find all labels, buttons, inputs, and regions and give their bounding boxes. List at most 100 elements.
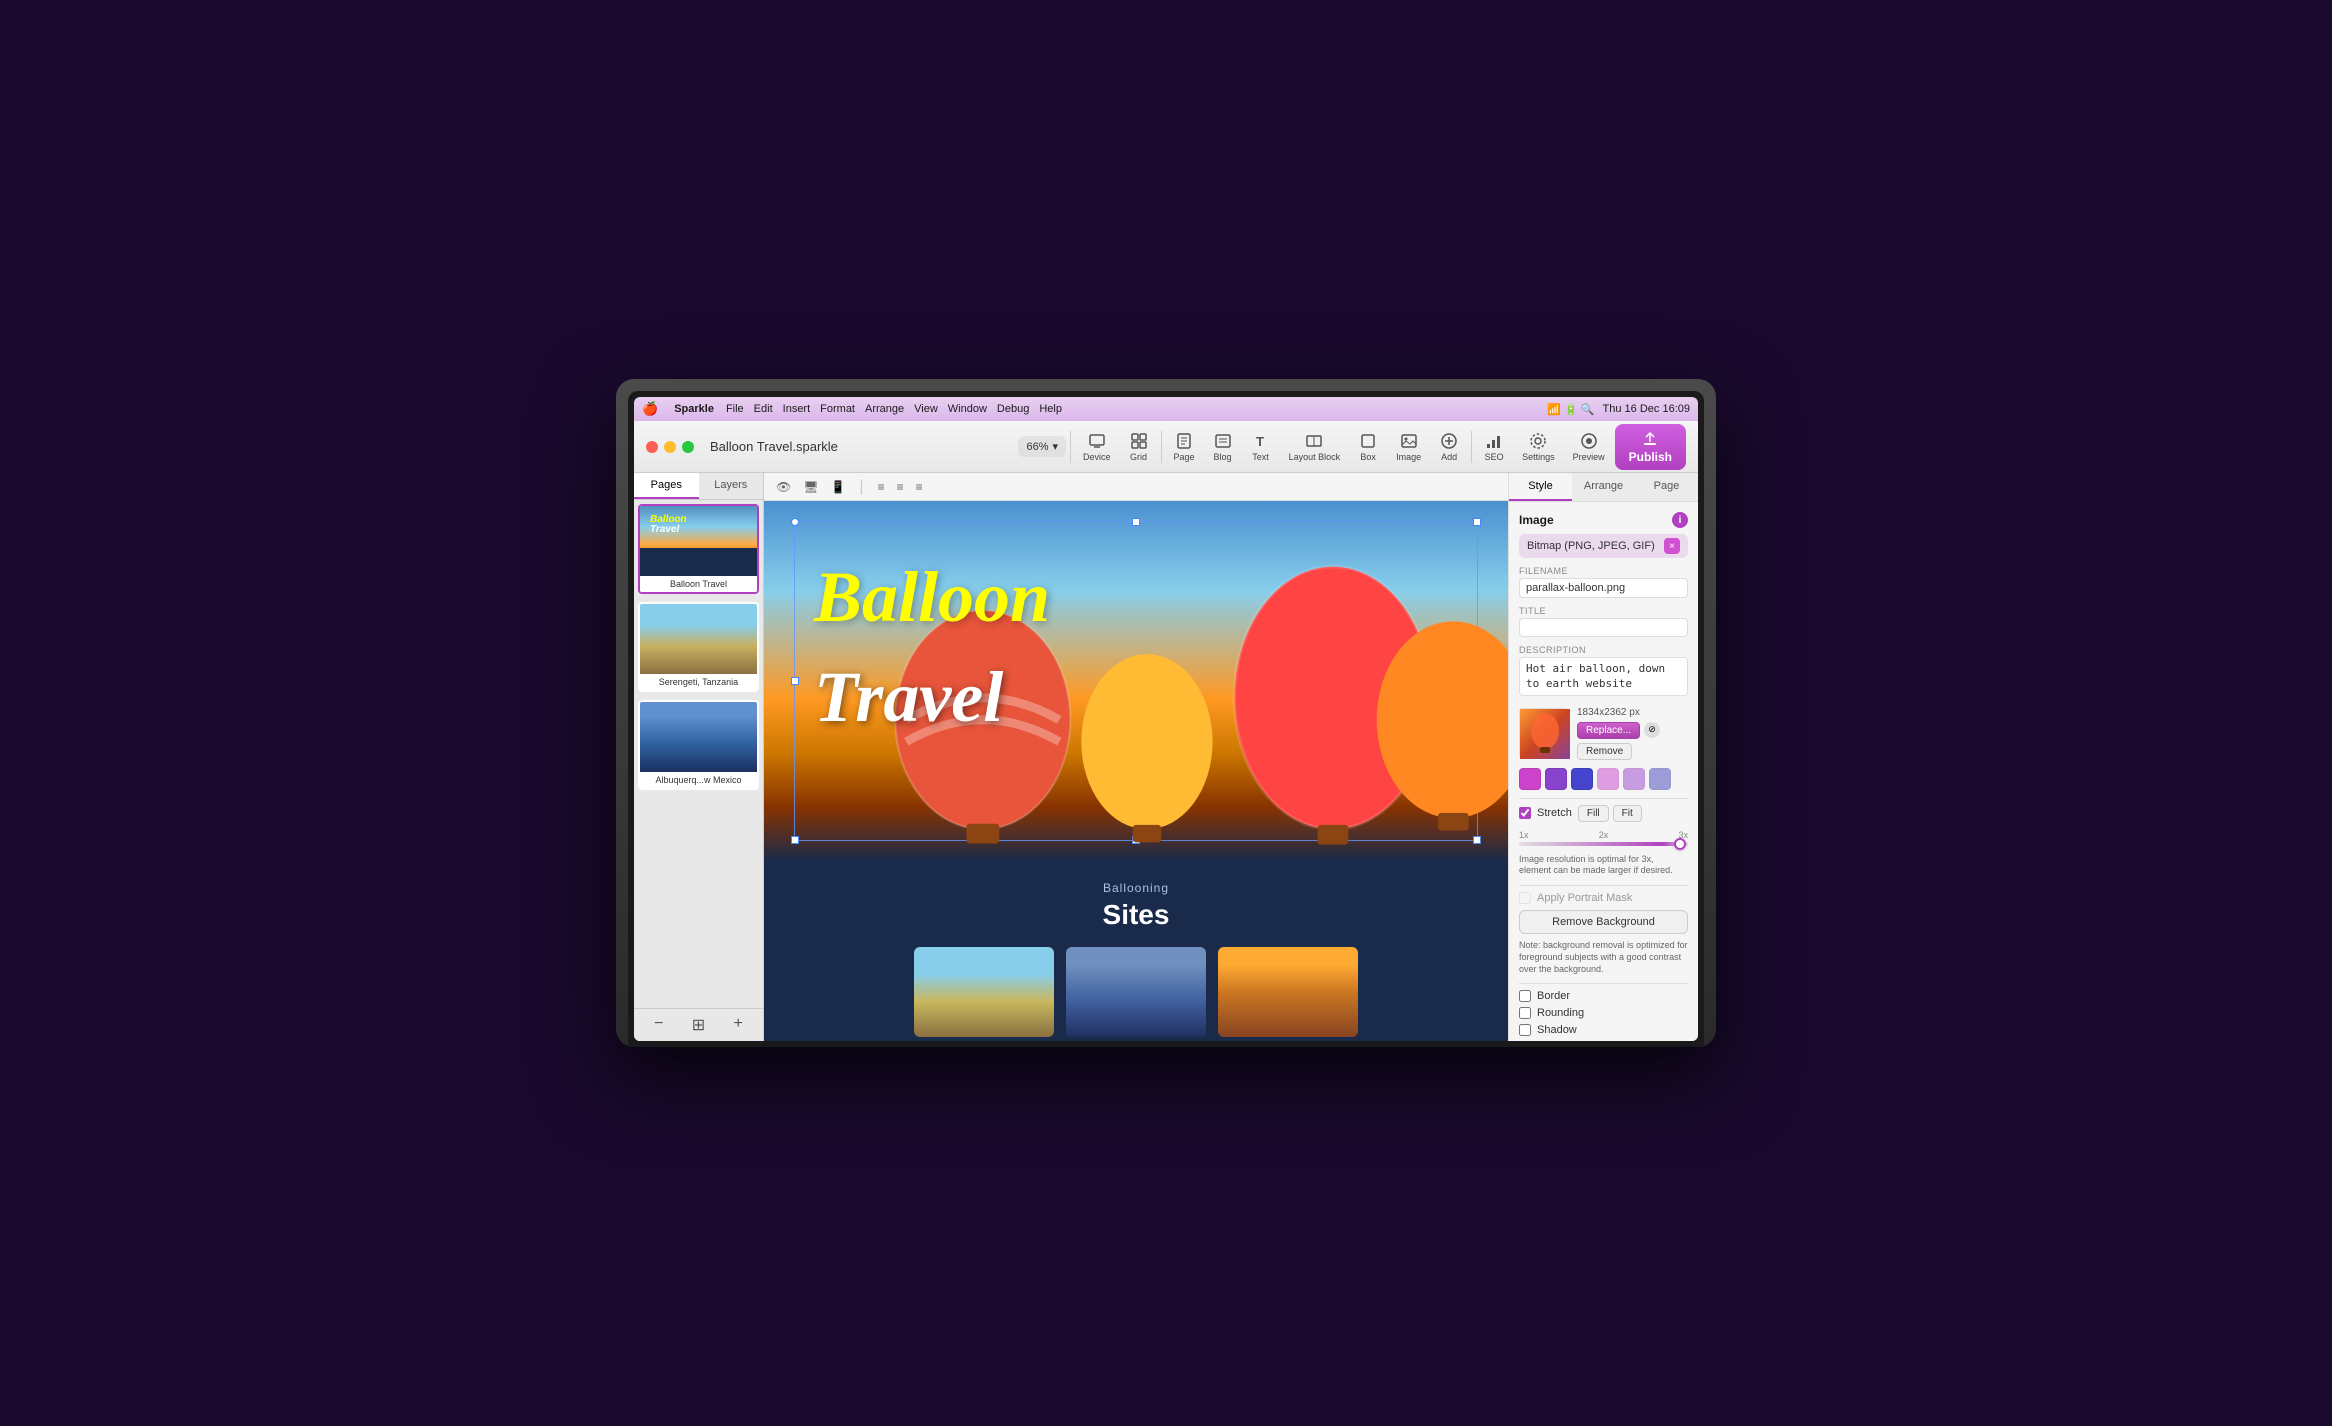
remove-image-button[interactable]: Remove	[1577, 743, 1632, 760]
preview-button[interactable]: Preview	[1565, 428, 1613, 466]
blog-button[interactable]: Blog	[1205, 428, 1241, 466]
stretch-checkbox[interactable]	[1519, 807, 1531, 819]
add-page-button[interactable]: +	[733, 1015, 742, 1035]
title-value[interactable]	[1519, 618, 1688, 637]
menu-arrange[interactable]: Arrange	[865, 403, 904, 415]
info-icon[interactable]: i	[1672, 512, 1688, 528]
swatch-blue[interactable]	[1571, 768, 1593, 790]
monitor-icon[interactable]: 🖥	[799, 478, 822, 496]
page-view-button[interactable]: ⊞	[692, 1015, 705, 1035]
layout-block-button[interactable]: Layout Block	[1281, 428, 1349, 466]
preview-label: Preview	[1573, 452, 1605, 462]
canvas-area[interactable]: 👁 🖥 📱 | ≡ ≡ ≡	[764, 473, 1508, 1041]
swatch-violet[interactable]	[1545, 768, 1567, 790]
align-left-icon[interactable]: ≡	[874, 478, 889, 496]
app-name[interactable]: Sparkle	[674, 403, 714, 415]
site-card-2[interactable]	[1066, 947, 1206, 1037]
handle-bc[interactable]	[1132, 836, 1140, 844]
menu-window[interactable]: Window	[948, 403, 987, 415]
site-card-1[interactable]	[914, 947, 1054, 1037]
fit-option[interactable]: Fit	[1613, 805, 1642, 822]
rounding-checkbox[interactable]	[1519, 1007, 1531, 1019]
laptop-frame: 🍎 Sparkle File Edit Insert Format Arrang…	[616, 379, 1716, 1047]
panel-section-title: Image i	[1519, 512, 1688, 528]
border-label: Border	[1537, 990, 1570, 1002]
handle-tc[interactable]	[1132, 518, 1140, 526]
menu-view[interactable]: View	[914, 403, 938, 415]
description-textarea[interactable]: Hot air balloon, down to earth website b…	[1519, 657, 1688, 696]
shadow-checkbox[interactable]	[1519, 1024, 1531, 1036]
handle-br[interactable]	[1473, 836, 1481, 844]
add-button[interactable]: Add	[1431, 428, 1467, 466]
menu-debug[interactable]: Debug	[997, 403, 1029, 415]
swatch-light-purple[interactable]	[1597, 768, 1619, 790]
menu-insert[interactable]: Insert	[783, 403, 811, 415]
grid-button[interactable]: Grid	[1121, 428, 1157, 466]
align-center-icon[interactable]: ≡	[893, 478, 908, 496]
zoom-control[interactable]: 66% ▾	[1018, 436, 1066, 457]
arrange-tab[interactable]: Arrange	[1572, 473, 1635, 501]
minimize-button[interactable]	[664, 441, 676, 453]
handle-tr[interactable]	[1473, 518, 1481, 526]
screen: 🍎 Sparkle File Edit Insert Format Arrang…	[634, 397, 1698, 1041]
layers-tab[interactable]: Layers	[699, 473, 764, 499]
publish-button[interactable]: Publish	[1615, 424, 1686, 470]
filename-value[interactable]: parallax-balloon.png	[1519, 578, 1688, 598]
border-checkbox[interactable]	[1519, 990, 1531, 1002]
replace-info-icon[interactable]: ⊘	[1644, 722, 1660, 738]
publish-icon	[1641, 430, 1659, 448]
settings-button[interactable]: Settings	[1514, 428, 1563, 466]
image-button[interactable]: Image	[1388, 428, 1429, 466]
menu-help[interactable]: Help	[1039, 403, 1062, 415]
menubar: 🍎 Sparkle File Edit Insert Format Arrang…	[634, 397, 1698, 421]
menu-edit[interactable]: Edit	[754, 403, 773, 415]
handle-mr[interactable]	[1473, 677, 1481, 685]
mobile-icon[interactable]: 📱	[826, 478, 849, 496]
handle-bl[interactable]	[791, 836, 799, 844]
bitmap-type-row: Bitmap (PNG, JPEG, GIF) ×	[1519, 534, 1688, 558]
box-button[interactable]: Box	[1350, 428, 1386, 466]
seo-button[interactable]: SEO	[1476, 428, 1512, 466]
replace-button[interactable]: Replace...	[1577, 722, 1640, 739]
menu-format[interactable]: Format	[820, 403, 855, 415]
filename-label: FILENAME	[1519, 566, 1688, 576]
fill-option[interactable]: Fill	[1578, 805, 1609, 822]
text-button[interactable]: T Text	[1243, 428, 1279, 466]
settings-icon	[1529, 432, 1547, 450]
apply-mask-checkbox[interactable]	[1519, 892, 1531, 904]
screen-bezel: 🍎 Sparkle File Edit Insert Format Arrang…	[628, 391, 1704, 1047]
remove-background-button[interactable]: Remove Background	[1519, 910, 1688, 934]
color-swatches	[1519, 768, 1688, 790]
page-thumbnail-3[interactable]: Albuquerq...w Mexico	[638, 700, 759, 790]
maximize-button[interactable]	[682, 441, 694, 453]
menu-file[interactable]: File	[726, 403, 744, 415]
swatch-mid-purple[interactable]	[1623, 768, 1645, 790]
menubar-items: File Edit Insert Format Arrange View Win…	[726, 403, 1062, 415]
bitmap-info-button[interactable]: ×	[1664, 538, 1680, 554]
style-tab[interactable]: Style	[1509, 473, 1572, 501]
swatch-light-blue[interactable]	[1649, 768, 1671, 790]
align-right-icon[interactable]: ≡	[912, 478, 927, 496]
slider-track[interactable]	[1519, 842, 1688, 846]
window-title: Balloon Travel.sparkle	[710, 439, 838, 454]
pages-tab[interactable]: Pages	[634, 473, 699, 499]
handle-tl[interactable]	[791, 518, 799, 526]
remove-page-button[interactable]: −	[654, 1015, 663, 1035]
page-tab[interactable]: Page	[1635, 473, 1698, 501]
zoom-label: 66%	[1026, 441, 1048, 453]
page-thumbnail-1[interactable]: Balloon Travel Balloon Travel	[638, 504, 759, 594]
eye-icon[interactable]: 👁	[772, 478, 795, 496]
page-thumbnail-2[interactable]: Serengeti, Tanzania	[638, 602, 759, 692]
page-button[interactable]: Page	[1166, 428, 1203, 466]
sub-toolbar: 👁 🖥 📱 | ≡ ≡ ≡	[764, 473, 1508, 501]
swatch-purple[interactable]	[1519, 768, 1541, 790]
title-group: TITLE	[1519, 606, 1688, 637]
res-1x: 1x	[1519, 830, 1529, 840]
site-card-3[interactable]	[1218, 947, 1358, 1037]
device-icon	[1088, 432, 1106, 450]
device-button[interactable]: Device	[1075, 428, 1119, 466]
close-button[interactable]	[646, 441, 658, 453]
slider-thumb[interactable]	[1674, 838, 1686, 850]
handle-ml[interactable]	[791, 677, 799, 685]
sites-label: Ballooning	[784, 881, 1488, 895]
